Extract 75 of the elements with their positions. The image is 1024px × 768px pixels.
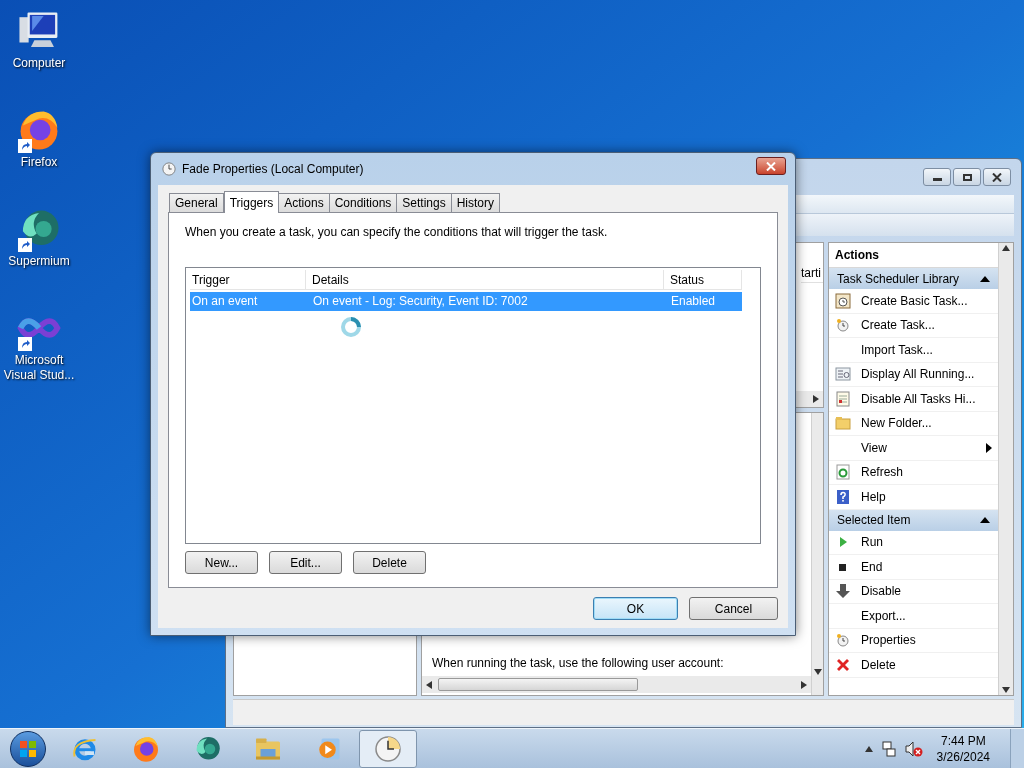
close-button[interactable]	[983, 168, 1011, 186]
details-text: When running the task, use the following user account:	[432, 655, 725, 672]
action-item[interactable]: Disable	[829, 579, 998, 604]
desktop-icon-label[interactable]: Microsoft Visual Stud...	[0, 353, 78, 383]
window-title: Fade Properties (Local Computer)	[182, 161, 365, 178]
minimize-button[interactable]	[923, 168, 951, 186]
notepad-icon	[835, 390, 851, 407]
action-item[interactable]: Disable All Tasks Hi...	[829, 387, 998, 412]
delete-icon	[835, 656, 851, 673]
dialog-button[interactable]: Cancel	[689, 597, 778, 620]
desktop-icon-label[interactable]: Computer	[0, 56, 78, 71]
action-item[interactable]: Create Task...	[829, 313, 998, 338]
tab[interactable]: Settings	[396, 193, 452, 212]
table-cell-text: Enabled	[670, 293, 717, 310]
taskbar-button[interactable]	[359, 729, 417, 768]
start-button[interactable]	[10, 730, 46, 767]
refresh-icon	[835, 464, 851, 481]
muted-speaker-icon[interactable]	[904, 740, 923, 757]
tab[interactable]: General	[169, 193, 224, 212]
scroll-left-icon[interactable]	[426, 680, 432, 689]
column-header[interactable]: Status	[664, 270, 742, 289]
tab[interactable]: Triggers	[223, 191, 280, 213]
clock-icon	[162, 162, 176, 176]
action-item[interactable]: Display All Running...	[829, 362, 998, 387]
network-icon[interactable]	[880, 740, 897, 757]
tab[interactable]: Actions	[278, 193, 330, 212]
action-item[interactable]: Help	[829, 485, 998, 510]
scroll-down-icon[interactable]	[813, 669, 822, 675]
windows-logo-icon	[19, 739, 37, 758]
busy-cursor-icon	[340, 316, 362, 338]
clock-icon[interactable]	[373, 733, 403, 764]
action-item[interactable]: Create Basic Task...	[829, 289, 998, 314]
group-header[interactable]: Selected Item	[829, 509, 998, 531]
tab[interactable]: History	[450, 193, 501, 212]
scroll-down-icon[interactable]	[1002, 687, 1010, 693]
table-cell-text: On an event	[191, 293, 259, 310]
list-button[interactable]: Edit...	[269, 551, 342, 574]
collapse-icon	[980, 517, 990, 523]
scroll-up-icon[interactable]	[1002, 245, 1010, 251]
folder-icon	[835, 415, 851, 432]
dialog-button[interactable]: OK	[593, 597, 678, 620]
horizontal-scrollbar[interactable]	[422, 676, 811, 693]
close-icon	[766, 161, 776, 171]
calendar-clock-icon	[835, 292, 851, 309]
list-button[interactable]: New...	[185, 551, 258, 574]
clock-date[interactable]: 3/26/2024	[936, 748, 990, 765]
clock-icon	[835, 632, 851, 649]
group-header[interactable]: Task Scheduler Library	[829, 268, 998, 289]
show-hidden-icons-icon[interactable]	[864, 745, 873, 752]
scroll-right-icon[interactable]	[801, 680, 807, 689]
action-item[interactable]: Properties	[829, 628, 998, 653]
action-item[interactable]: Delete	[829, 653, 998, 678]
column-header[interactable]: tarti	[801, 263, 823, 283]
tab[interactable]: Conditions	[328, 193, 398, 212]
maximize-button[interactable]	[953, 168, 981, 186]
vertical-scrollbar[interactable]	[811, 413, 823, 695]
clock-time[interactable]: 7:44 PM	[940, 732, 986, 749]
action-item[interactable]: New Folder...	[829, 411, 998, 436]
description-text: When you create a task, you can specify the conditions that will trigger the task.	[185, 224, 609, 241]
list-icon	[835, 366, 851, 383]
column-header[interactable]: Trigger	[190, 270, 306, 289]
collapse-icon	[980, 275, 990, 282]
scroll-right-icon[interactable]	[813, 395, 819, 403]
table-cell-text: On event - Log: Security, Event ID: 7002	[312, 293, 529, 310]
clock-icon	[835, 317, 851, 334]
vertical-scrollbar[interactable]	[998, 243, 1013, 695]
desktop-icon-label[interactable]: Firefox	[0, 155, 78, 170]
column-header[interactable]: Details	[306, 270, 664, 289]
list-button[interactable]: Delete	[353, 551, 426, 574]
desktop-icon-label[interactable]: Supermium	[0, 254, 78, 269]
help-icon	[835, 488, 851, 505]
action-item[interactable]: Refresh	[829, 460, 998, 485]
down-arrow-icon	[835, 583, 851, 600]
close-icon	[992, 172, 1002, 182]
close-button[interactable]	[756, 157, 786, 175]
